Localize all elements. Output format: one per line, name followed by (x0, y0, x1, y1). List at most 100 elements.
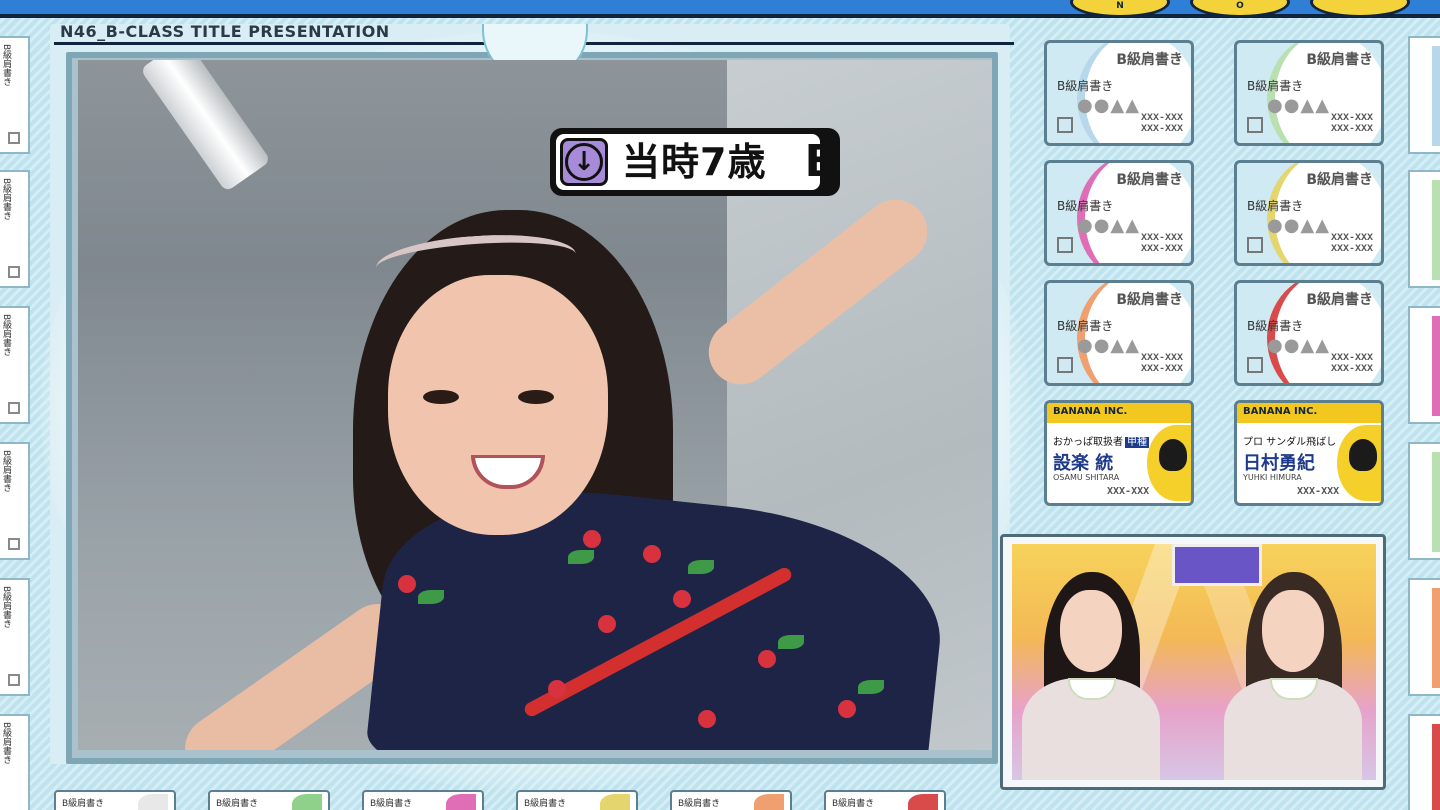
mini-card: B級肩書き (0, 170, 30, 288)
bottom-accent (138, 794, 168, 810)
logo-bump (1310, 0, 1410, 18)
qr-icon (8, 538, 20, 550)
person-name: 日村勇紀 (1243, 453, 1315, 474)
card-label: B級肩書き (1057, 79, 1114, 93)
age-caption: ↓ 当時7歳 B (550, 128, 840, 196)
portrait-silhouette (1159, 439, 1187, 471)
bottom-accent (908, 794, 938, 810)
card-label: B級肩書き (1057, 199, 1114, 213)
mini-card-label: B級肩書き (1, 314, 11, 357)
edge-card (1408, 714, 1440, 810)
person-name: 設楽 統 (1053, 453, 1114, 474)
bottom-card-label: B級肩書き (370, 799, 413, 809)
studio-guest (1016, 560, 1166, 780)
company-band: BANANA INC. (1237, 403, 1381, 423)
caption-text: 当時7歳 (622, 140, 767, 184)
bottom-card: B級肩書き (54, 790, 176, 810)
bottom-card: B級肩書き (670, 790, 792, 810)
qr-icon (1247, 117, 1263, 133)
qr-icon (8, 674, 20, 686)
girl-eye (518, 390, 554, 404)
mini-card-label: B級肩書き (1, 178, 11, 221)
title-card: B級肩書き B級肩書き ●●▲▲ XXX-XXX XXX-XXX (1234, 280, 1384, 386)
cherry (583, 530, 601, 548)
bottom-card-label: B級肩書き (524, 799, 567, 809)
cherry (398, 575, 416, 593)
girl-eye (423, 390, 459, 404)
bottom-accent (292, 794, 322, 810)
bottom-card: B級肩書き (362, 790, 484, 810)
cherry (598, 615, 616, 633)
bottom-accent (754, 794, 784, 810)
title-card: B級肩書き B級肩書き ●●▲▲ XXX-XXX XXX-XXX (1234, 40, 1384, 146)
mini-card-label: B級肩書き (1, 586, 11, 629)
person-romaji: OSAMU SHITARA (1053, 473, 1120, 482)
cherry (673, 590, 691, 608)
title-card: B級肩書き B級肩書き ●●▲▲ XXX-XXX XXX-XXX (1044, 280, 1194, 386)
bottom-card-label: B級肩書き (832, 799, 875, 809)
portrait-silhouette (1349, 439, 1377, 471)
title-card: B級肩書き B級肩書き ●●▲▲ XXX-XXX XXX-XXX (1044, 40, 1194, 146)
caption-end-mark: B (804, 136, 838, 187)
card-code: XXX-XXX (1297, 486, 1340, 497)
qr-icon (1057, 357, 1073, 373)
card-shapes: ●●▲▲ (1077, 335, 1141, 356)
role-text: おかっぱ取扱者 (1053, 437, 1123, 448)
studio-inset (1012, 544, 1376, 780)
card-label: B級肩書き (1057, 319, 1114, 333)
title-card: B級肩書き B級肩書き ●●▲▲ XXX-XXX XXX-XXX (1044, 160, 1194, 266)
role-tag: 甲種 (1125, 437, 1149, 448)
cherry (643, 545, 661, 563)
leaf (858, 680, 884, 694)
card-mark: B級肩書き (1306, 292, 1373, 308)
card-shapes: ●●▲▲ (1077, 215, 1141, 236)
arrow-down-icon: ↓ (565, 143, 603, 181)
caption-arrow-box: ↓ (560, 138, 608, 186)
card-label: B級肩書き (1247, 79, 1304, 93)
qr-icon (1247, 357, 1263, 373)
program-title: N46_B-CLASS TITLE PRESENTATION (60, 22, 390, 41)
leaf (418, 590, 444, 604)
qr-icon (1057, 237, 1073, 253)
logo-bump: N (1070, 0, 1170, 18)
right-edge-column (1408, 32, 1440, 810)
chair-leg (139, 60, 272, 193)
guest-face (1262, 590, 1324, 672)
edge-accent (1432, 452, 1440, 552)
left-card-column: B級肩書き B級肩書き B級肩書き B級肩書き B級肩書き B級肩書き (0, 30, 32, 810)
bottom-card-label: B級肩書き (678, 799, 721, 809)
edge-card (1408, 306, 1440, 424)
bottom-card: B級肩書き (824, 790, 946, 810)
childhood-photo (78, 60, 992, 750)
card-mark: B級肩書き (1116, 52, 1183, 68)
logo-letter: N (1116, 1, 1124, 11)
person-romaji: YUHKI HIMURA (1243, 473, 1302, 482)
company-name: BANANA INC. (1053, 406, 1128, 417)
leaf (778, 635, 804, 649)
bottom-card: B級肩書き (208, 790, 330, 810)
card-shapes: ●●▲▲ (1267, 215, 1331, 236)
qr-icon (1057, 117, 1073, 133)
edge-accent (1432, 316, 1440, 416)
card-role: プロ サンダル飛ばし (1243, 437, 1337, 448)
card-code: XXX-XXX XXX-XXX (1330, 353, 1373, 375)
qr-icon (8, 266, 20, 278)
studio-guest (1218, 560, 1368, 780)
mini-card: B級肩書き (0, 442, 30, 560)
card-mark: B級肩書き (1306, 172, 1373, 188)
bottom-card-label: B級肩書き (216, 799, 259, 809)
card-code: XXX-XXX XXX-XXX (1140, 233, 1183, 255)
cherry (548, 680, 566, 698)
card-code: XXX-XXX XXX-XXX (1330, 233, 1373, 255)
card-mark: B級肩書き (1306, 52, 1373, 68)
edge-card (1408, 442, 1440, 560)
bottom-accent (446, 794, 476, 810)
business-card: BANANA INC. プロ サンダル飛ばし 日村勇紀 YUHKI HIMURA… (1234, 400, 1384, 506)
mini-card: B級肩書き (0, 36, 30, 154)
mini-card: B級肩書き (0, 306, 30, 424)
cherry (758, 650, 776, 668)
card-shapes: ●●▲▲ (1267, 335, 1331, 356)
card-mark: B級肩書き (1116, 172, 1183, 188)
card-shapes: ●●▲▲ (1077, 95, 1141, 116)
qr-icon (8, 132, 20, 144)
